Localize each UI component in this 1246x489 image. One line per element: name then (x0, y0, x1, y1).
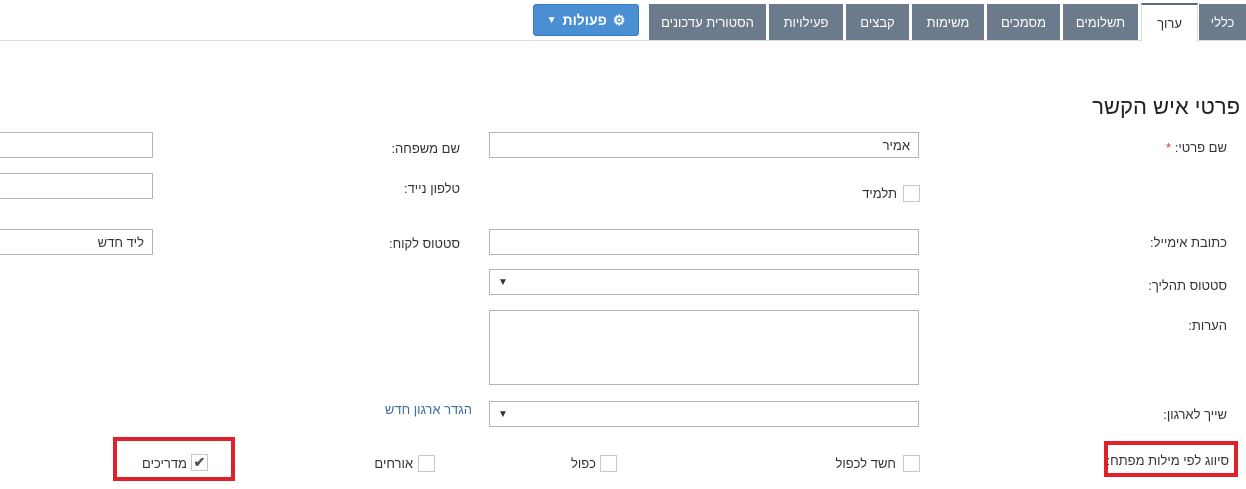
keywords-label: סיווג לפי מילות מפתח: (1106, 453, 1229, 468)
guests-label: אורחים (374, 456, 413, 471)
guides-label: מדריכים (142, 456, 187, 471)
chevron-down-icon: ▼ (498, 276, 508, 288)
student-checkbox[interactable] (903, 185, 920, 202)
first-name-label: שם פרטי: * (1166, 140, 1227, 155)
required-marker: * (1166, 140, 1172, 155)
tabs-divider (0, 40, 1246, 41)
last-name-label: שם משפחה: (391, 141, 460, 156)
guests-checkbox[interactable] (418, 455, 435, 472)
notes-label: הערות: (1188, 318, 1227, 333)
first-name-value: אמיר (882, 137, 910, 153)
organization-select[interactable]: ▼ (489, 401, 919, 427)
tab-label: מסמכים (1000, 14, 1047, 30)
suspected-duplicate-checkbox[interactable] (903, 455, 920, 472)
guides-checkbox[interactable]: ✔ (191, 454, 208, 471)
suspected-duplicate-label: חשד לכפול (835, 456, 896, 471)
gear-icon: ⚙ (612, 11, 626, 28)
tab-tasks[interactable]: משימות (912, 4, 984, 40)
mobile-input[interactable] (0, 173, 153, 199)
tab-label: הסטורית עדכונים (661, 14, 754, 30)
student-label: תלמיד (862, 186, 897, 201)
tab-label: משימות (926, 14, 970, 30)
tab-label: פעילויות (783, 14, 829, 30)
tab-edit[interactable]: ערוך (1141, 3, 1198, 42)
process-status-select[interactable]: ▼ (489, 269, 919, 295)
first-name-input[interactable]: אמיר (489, 132, 919, 158)
page-title: פרטי איש הקשר (1092, 94, 1240, 119)
email-label: כתובת אימייל: (1149, 235, 1227, 250)
customer-status-input[interactable]: ליד חדש (0, 229, 153, 255)
actions-label: פעולות (562, 12, 607, 28)
tab-update-history[interactable]: הסטורית עדכונים (649, 4, 766, 40)
customer-status-value: ליד חדש (97, 234, 144, 250)
customer-status-label: סטטוס לקוח: (389, 236, 460, 251)
tab-label: ערוך (1157, 16, 1182, 31)
tab-documents[interactable]: מסמכים (987, 4, 1060, 40)
actions-button[interactable]: ⚙ פעולות ▼ (533, 4, 639, 36)
notes-textarea[interactable] (489, 310, 919, 385)
organization-label: שייך לארגון: (1163, 407, 1227, 422)
tab-activities[interactable]: פעילויות (769, 4, 843, 40)
chevron-down-icon: ▼ (546, 14, 557, 26)
duplicate-label: כפול (570, 456, 596, 471)
tab-label: קבצים (860, 14, 895, 30)
tab-label: תשלומים (1075, 14, 1126, 30)
duplicate-checkbox[interactable] (600, 455, 617, 472)
tab-label: כללי (1210, 14, 1235, 30)
tab-files[interactable]: קבצים (846, 4, 909, 40)
tab-payments[interactable]: תשלומים (1063, 4, 1138, 40)
process-status-label: סטטוס תהליך: (1148, 278, 1227, 293)
mobile-label: טלפון נייד: (403, 181, 460, 196)
last-name-input[interactable] (0, 132, 153, 158)
new-organization-link[interactable]: הגדר ארגון חדש (385, 402, 472, 417)
email-input[interactable] (489, 229, 919, 255)
chevron-down-icon: ▼ (498, 408, 508, 420)
tab-general[interactable]: כללי (1199, 4, 1246, 40)
checkmark-icon: ✔ (193, 454, 206, 470)
